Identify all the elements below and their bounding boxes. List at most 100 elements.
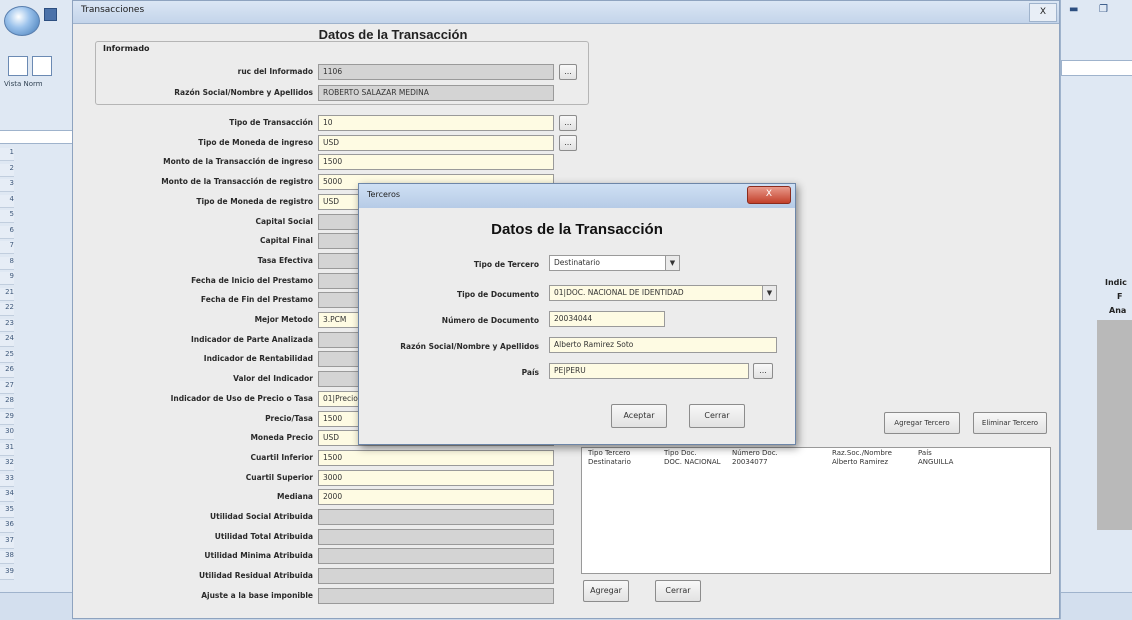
cerrar-button[interactable]: Cerrar xyxy=(655,580,701,602)
field-input[interactable]: 3000 xyxy=(318,469,554,486)
row-header[interactable]: 38 xyxy=(0,551,14,564)
view-normal-icon[interactable] xyxy=(8,56,28,76)
field-label: Monto de la Transacción de ingreso xyxy=(163,157,313,167)
close-window-button[interactable]: X xyxy=(1029,3,1057,22)
window-title: Transacciones xyxy=(81,5,145,15)
dialog-title: Terceros xyxy=(367,190,401,199)
row-header[interactable]: 7 xyxy=(0,241,14,254)
field-label: Ajuste a la base imponible xyxy=(201,590,313,600)
right-label-f: F xyxy=(1117,292,1123,301)
row-header[interactable]: 34 xyxy=(0,489,14,502)
agregar-tercero-button[interactable]: Agregar Tercero xyxy=(884,412,960,434)
row-header[interactable]: 23 xyxy=(0,318,14,332)
dialog-cerrar-button[interactable]: Cerrar xyxy=(689,404,745,428)
razon-field[interactable]: ROBERTO SALAZAR MEDINA xyxy=(318,85,554,101)
formula-bar[interactable] xyxy=(0,130,72,144)
agregar-button[interactable]: Agregar xyxy=(583,580,629,602)
row-header[interactable]: 31 xyxy=(0,442,14,456)
field-label: Utilidad Residual Atribuida xyxy=(198,571,313,581)
field-label: Moneda Precio xyxy=(250,433,313,443)
row-header[interactable]: 22 xyxy=(0,303,14,316)
list-column-header: Tipo Doc. xyxy=(664,449,697,457)
field-label: Valor del Indicador xyxy=(233,374,313,384)
field-input[interactable] xyxy=(318,568,554,585)
row-header[interactable]: 37 xyxy=(0,535,14,549)
row-header[interactable]: 21 xyxy=(0,287,14,301)
restore-icon[interactable]: ❐ xyxy=(1099,4,1108,15)
field-input[interactable] xyxy=(318,509,554,525)
field-browse-button[interactable]: ... xyxy=(559,134,577,151)
row-header[interactable]: 8 xyxy=(0,256,14,270)
field-label: Indicador de Parte Analizada xyxy=(190,334,313,344)
save-icon[interactable] xyxy=(44,8,57,21)
row-header[interactable]: 27 xyxy=(0,380,14,394)
field-input[interactable]: 1500 xyxy=(318,449,554,466)
numero-documento-field[interactable]: 20034044 xyxy=(549,311,665,327)
aceptar-button[interactable]: Aceptar xyxy=(611,404,667,428)
row-header[interactable]: 28 xyxy=(0,396,14,409)
tipo-tercero-label: Tipo de Tercero xyxy=(473,260,539,269)
row-header[interactable]: 3 xyxy=(0,179,14,192)
field-label: Tipo de Transacción xyxy=(229,118,313,127)
row-header[interactable]: 5 xyxy=(0,210,14,223)
row-header[interactable]: 36 xyxy=(0,520,14,533)
gray-column xyxy=(1097,320,1132,530)
chevron-down-icon[interactable]: ▼ xyxy=(762,286,776,300)
view-layout-icon[interactable] xyxy=(32,56,52,76)
row-header[interactable]: 6 xyxy=(0,225,14,239)
list-cell: DOC. NACIONAL xyxy=(664,458,721,466)
field-input[interactable]: 2000 xyxy=(318,489,554,506)
pais-browse-button[interactable]: ... xyxy=(753,363,773,379)
field-input[interactable] xyxy=(318,548,554,565)
ruc-label: ruc del Informado xyxy=(237,67,313,76)
field-input[interactable]: 10 xyxy=(318,115,554,131)
page-title-text: Datos de la Transacción xyxy=(318,27,468,42)
dialog-heading: Datos de la Transacción xyxy=(491,221,663,238)
row-header[interactable]: 2 xyxy=(0,163,14,177)
field-label: Indicador de Uso de Precio o Tasa xyxy=(170,393,313,403)
row-header[interactable]: 1 xyxy=(0,148,14,161)
field-browse-button[interactable]: ... xyxy=(559,115,577,131)
field-input[interactable] xyxy=(318,528,554,545)
tipo-tercero-value: Destinatario xyxy=(554,258,600,267)
row-header[interactable]: 4 xyxy=(0,194,14,208)
tipo-documento-label: Tipo de Documento xyxy=(456,290,539,299)
terceros-list[interactable]: Tipo Tercero Tipo Doc. Número Doc. Raz.Soc.… xyxy=(581,447,1051,574)
field-label: Cuartil Superior xyxy=(245,472,313,482)
office-orb-icon[interactable] xyxy=(4,6,40,36)
tipo-tercero-select[interactable]: Destinatario ▼ xyxy=(549,255,680,271)
window-titlebar: Transacciones X xyxy=(73,1,1059,24)
pais-field[interactable]: PE|PERU xyxy=(549,363,749,379)
row-headers: 1 2 3 4 5 6 7 8 9 21 22 23 24 25 26 27 28 29 30 31 32 33 34 35 3… xyxy=(0,148,72,588)
ruc-field[interactable]: 1106 xyxy=(318,64,554,80)
row-header[interactable]: 29 xyxy=(0,411,14,425)
tipo-documento-select[interactable]: 01|DOC. NACIONAL DE IDENTIDAD ▼ xyxy=(549,285,777,301)
chevron-down-icon[interactable]: ▼ xyxy=(665,256,679,270)
row-header[interactable]: 35 xyxy=(0,504,14,518)
row-header[interactable]: 32 xyxy=(0,458,14,471)
row-header[interactable]: 26 xyxy=(0,365,14,378)
field-label: Mediana xyxy=(277,492,313,502)
razon-social-field[interactable]: Alberto Ramirez Soto xyxy=(549,337,777,353)
eliminar-tercero-button[interactable]: Eliminar Tercero xyxy=(973,412,1047,434)
field-input[interactable]: 1500 xyxy=(318,154,554,171)
dialog-close-button[interactable]: X xyxy=(747,186,791,204)
list-item[interactable]: Destinatario DOC. NACIONAL 20034077 Alberto… xyxy=(582,458,1050,469)
row-header[interactable]: 33 xyxy=(0,473,14,487)
list-cell: Destinatario xyxy=(588,458,631,466)
row-header[interactable]: 30 xyxy=(0,427,14,440)
vista-label: Vista Norm xyxy=(4,80,43,88)
sheet-tabs[interactable] xyxy=(0,592,72,620)
excel-background-left: Vista Norm 1 2 3 4 5 6 7 8 9 21 22 23 24 25 26 27 28 29 30… xyxy=(0,0,73,620)
right-label-indic: Indic xyxy=(1105,278,1127,287)
ruc-browse-button[interactable]: ... xyxy=(559,64,577,80)
row-header[interactable]: 9 xyxy=(0,272,14,285)
minimize-icon[interactable]: ▬ xyxy=(1069,4,1078,15)
status-bar xyxy=(1061,592,1132,620)
row-header[interactable]: 39 xyxy=(0,566,14,580)
field-input[interactable]: USD xyxy=(318,134,554,151)
row-header[interactable]: 24 xyxy=(0,334,14,347)
field-label: Precio/Tasa xyxy=(265,413,313,423)
row-header[interactable]: 25 xyxy=(0,349,14,363)
field-input[interactable] xyxy=(318,587,554,604)
